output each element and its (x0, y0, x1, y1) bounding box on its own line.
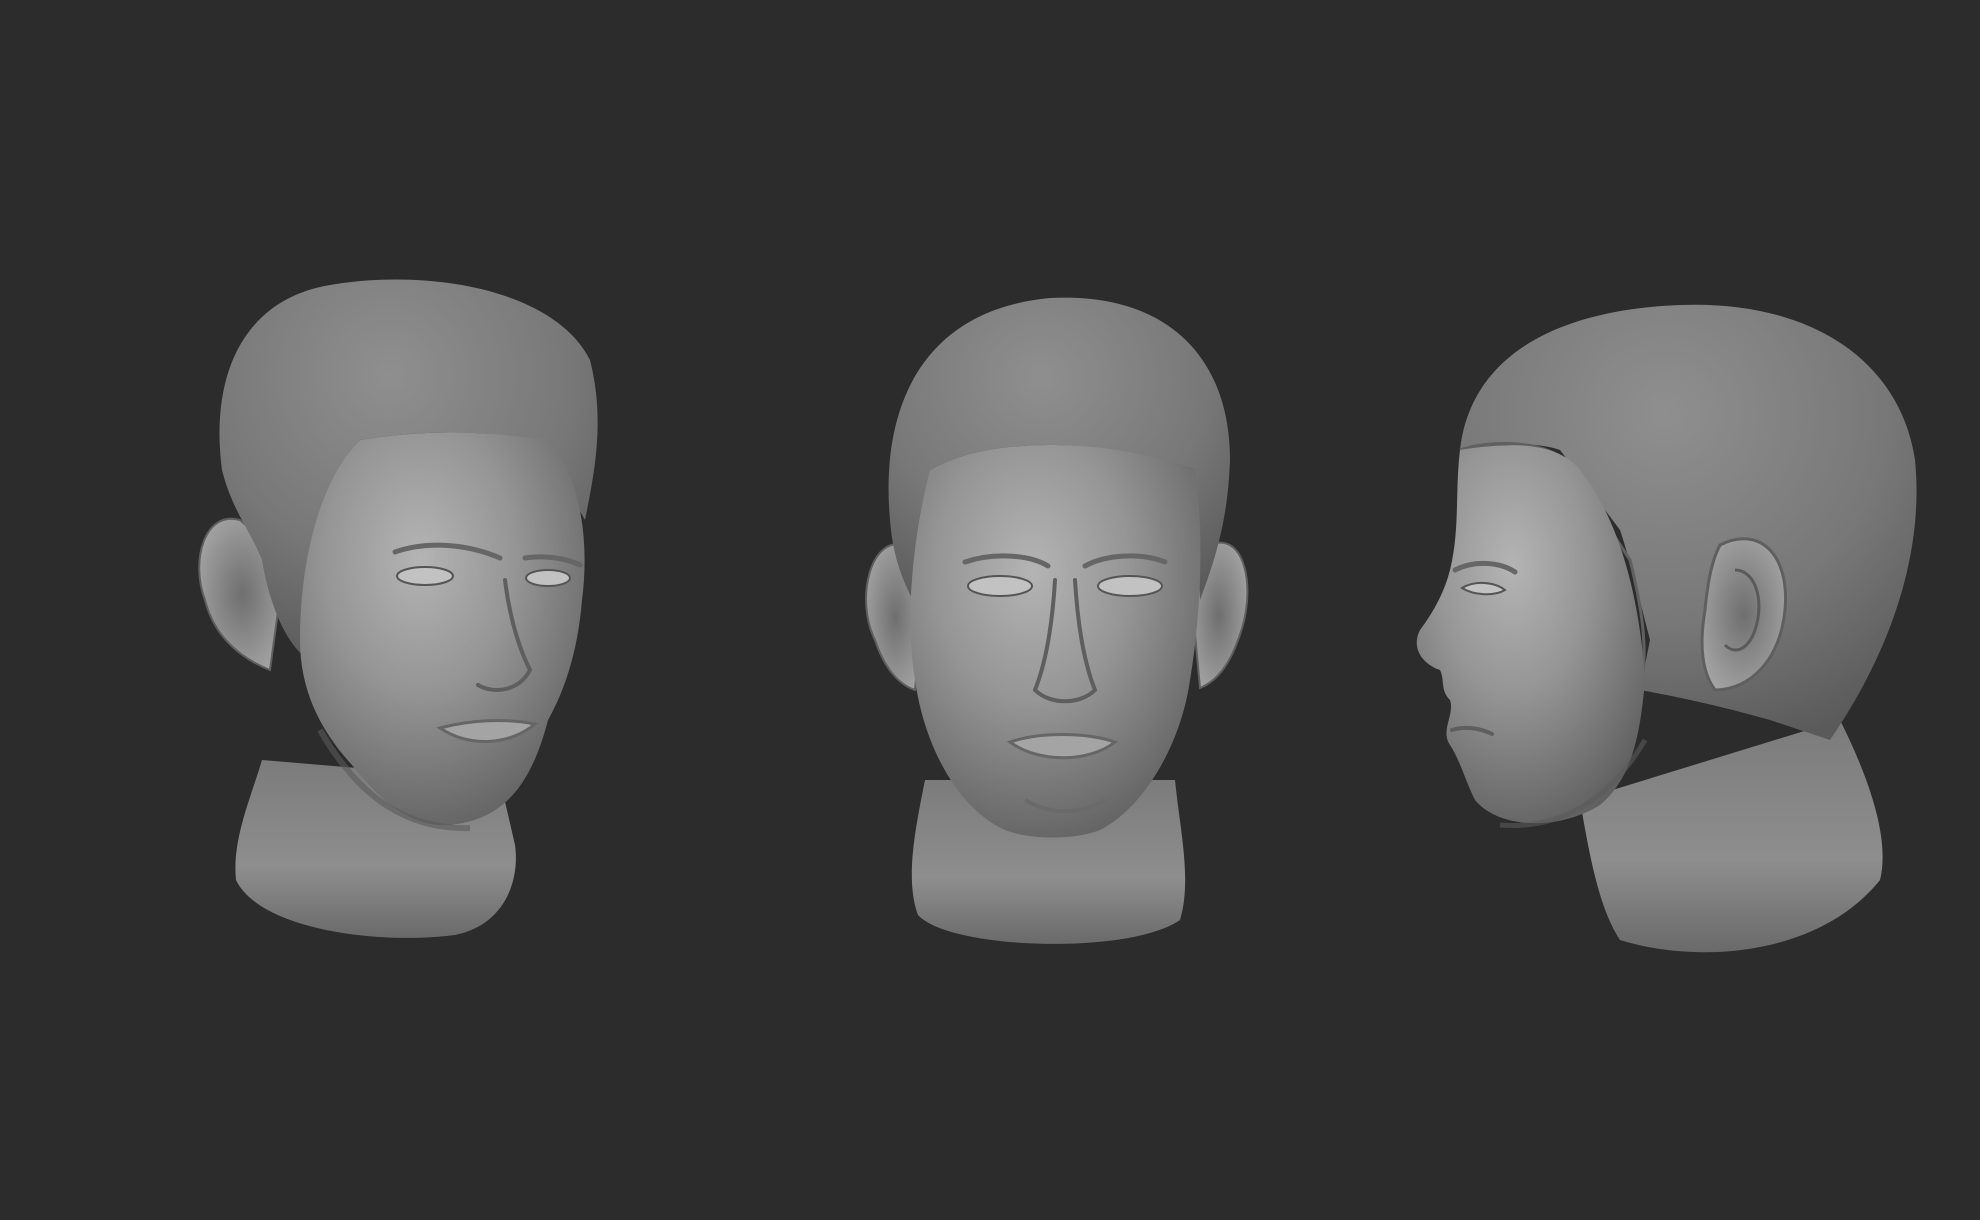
face (910, 445, 1201, 838)
right-eye (525, 569, 571, 587)
right-eye (1097, 575, 1163, 597)
left-eye (396, 566, 454, 586)
head-three-quarter-model[interactable] (198, 279, 598, 938)
head-front-model[interactable] (865, 297, 1249, 944)
viewport-canvas[interactable] (0, 0, 1980, 1220)
head-profile-model[interactable] (1416, 304, 1917, 953)
left-eye (967, 575, 1033, 597)
sculpt-viewport[interactable] (0, 0, 1980, 1220)
